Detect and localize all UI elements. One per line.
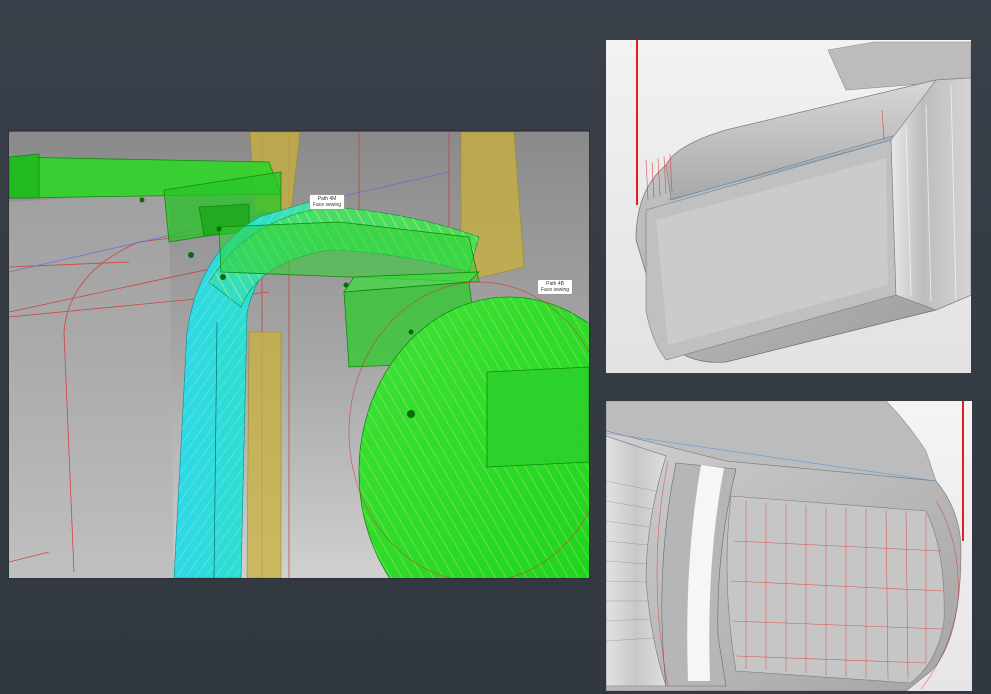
main-toolpath-scene <box>9 132 589 578</box>
machined-part-render-bottom <box>606 401 972 691</box>
main-3d-viewport[interactable]: Path 4M Face sewing Path 4B Face sewing <box>9 131 589 578</box>
path-label-subtitle: Face sewing <box>313 202 342 208</box>
bottom-right-viewport[interactable] <box>606 401 972 691</box>
top-right-viewport[interactable] <box>606 40 971 373</box>
machined-part-render-top <box>606 40 971 373</box>
path-label-4b: Path 4B Face sewing <box>537 279 574 295</box>
path-label-4m: Path 4M Face sewing <box>309 194 346 210</box>
path-label-subtitle: Face sewing <box>541 287 570 293</box>
